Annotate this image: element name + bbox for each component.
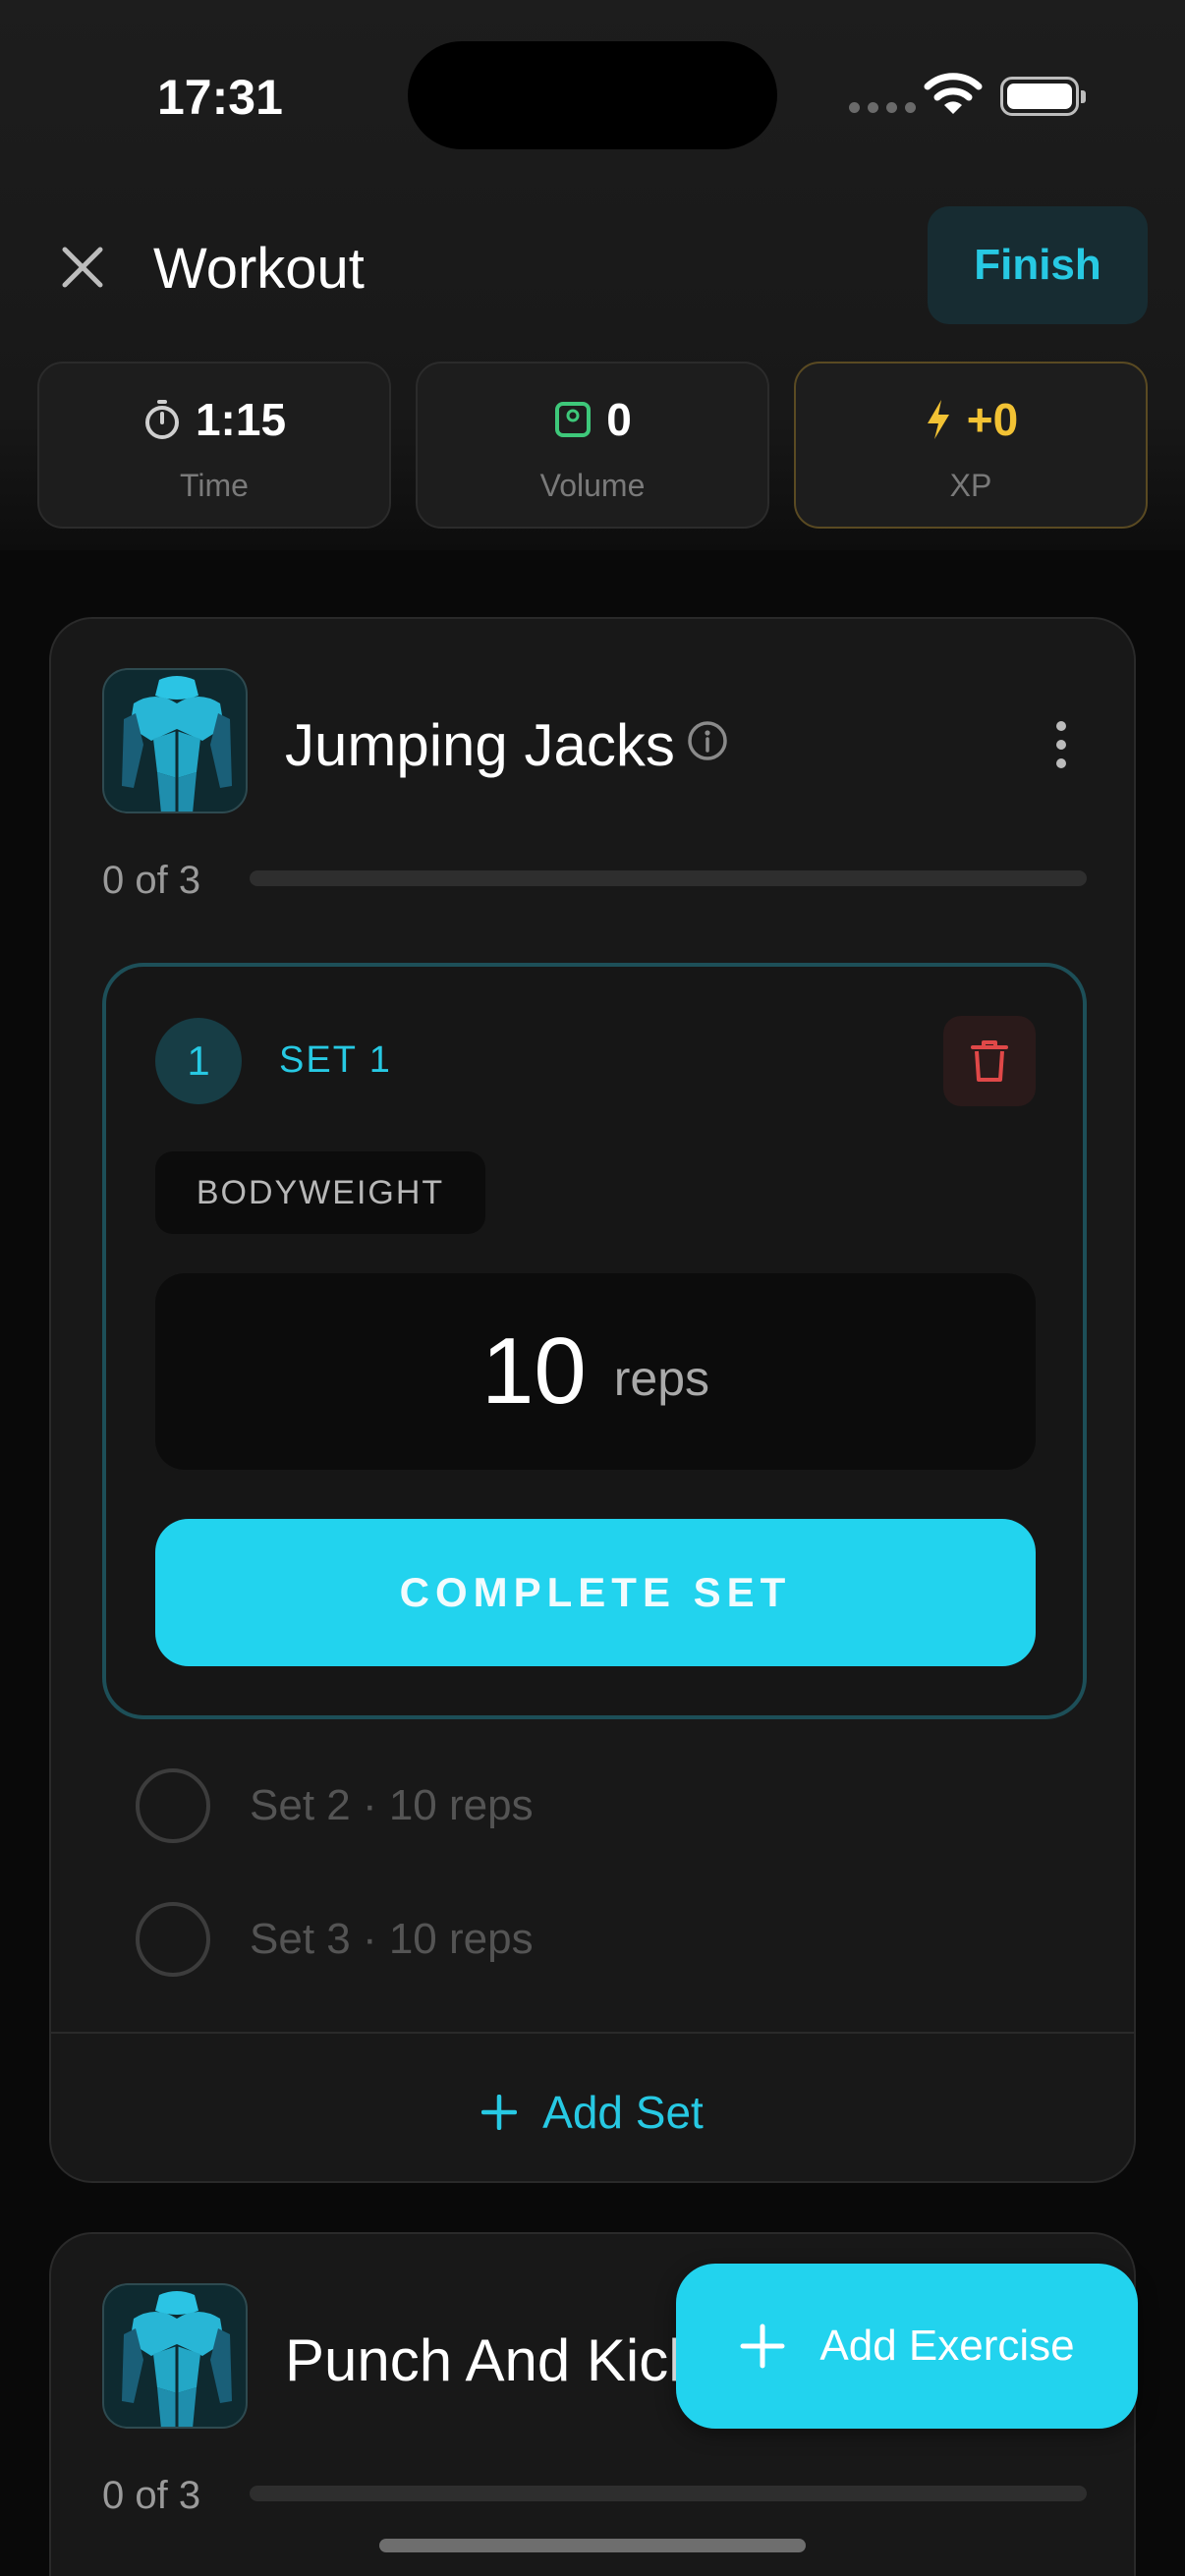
reps-value: 10 bbox=[480, 1318, 587, 1424]
exercise-card: Jumping Jacks 0 of 3 1 SET 1 BODYWEIGHT … bbox=[49, 617, 1136, 2183]
stat-label: Volume bbox=[539, 468, 646, 503]
status-time: 17:31 bbox=[157, 70, 283, 125]
active-set-panel: 1 SET 1 BODYWEIGHT 10 reps COMPLETE SET bbox=[102, 963, 1087, 1719]
stat-label: Time bbox=[180, 468, 249, 503]
set-type-badge: BODYWEIGHT bbox=[155, 1151, 485, 1234]
exercise-name: Jumping Jacks bbox=[285, 712, 675, 778]
set-progress-bar bbox=[250, 2486, 1087, 2501]
set-row-label: Set 3 · 10 reps bbox=[250, 1915, 534, 1963]
stat-xp: +0 XP bbox=[794, 362, 1148, 529]
home-indicator bbox=[379, 2539, 806, 2552]
cellular-signal-icon bbox=[849, 102, 916, 113]
add-exercise-button[interactable]: Add Exercise bbox=[676, 2264, 1138, 2429]
divider bbox=[51, 2032, 1134, 2034]
page-title: Workout bbox=[153, 237, 365, 301]
stopwatch-icon bbox=[144, 400, 179, 439]
stat-volume: 0 Volume bbox=[416, 362, 769, 529]
reps-input[interactable]: 10 reps bbox=[155, 1273, 1036, 1470]
add-exercise-label: Add Exercise bbox=[819, 2322, 1075, 2370]
plus-icon bbox=[481, 2095, 518, 2130]
more-options-icon[interactable] bbox=[1034, 717, 1089, 772]
muscle-map-thumbnail bbox=[102, 2283, 248, 2429]
battery-icon bbox=[1000, 77, 1086, 116]
finish-button[interactable]: Finish bbox=[928, 206, 1148, 324]
delete-set-button[interactable] bbox=[943, 1016, 1036, 1106]
trash-icon bbox=[971, 1040, 1008, 1082]
pending-set-row[interactable]: Set 3 · 10 reps bbox=[136, 1900, 1020, 1979]
bolt-icon bbox=[927, 400, 949, 439]
close-icon bbox=[62, 247, 103, 288]
set-label: SET 1 bbox=[279, 1039, 392, 1081]
set-checkbox[interactable] bbox=[136, 1902, 210, 1977]
set-progress-bar bbox=[250, 870, 1087, 886]
exercise-name: Punch And Kick bbox=[285, 2327, 699, 2393]
complete-set-button[interactable]: COMPLETE SET bbox=[155, 1519, 1036, 1666]
set-number-badge: 1 bbox=[155, 1018, 242, 1104]
stat-value: +0 bbox=[966, 394, 1019, 445]
stat-value: 0 bbox=[606, 394, 632, 445]
set-checkbox[interactable] bbox=[136, 1768, 210, 1843]
set-progress-text: 0 of 3 bbox=[102, 2474, 201, 2517]
stat-value: 1:15 bbox=[195, 394, 287, 445]
wifi-icon bbox=[924, 73, 983, 114]
add-set-button[interactable]: Add Set bbox=[51, 2073, 1134, 2152]
dynamic-island bbox=[408, 41, 777, 149]
stat-label: XP bbox=[949, 468, 992, 503]
close-button[interactable] bbox=[51, 236, 114, 299]
add-set-label: Add Set bbox=[542, 2087, 704, 2138]
pending-set-row[interactable]: Set 2 · 10 reps bbox=[136, 1766, 1020, 1845]
set-row-label: Set 2 · 10 reps bbox=[250, 1781, 534, 1829]
info-icon[interactable] bbox=[686, 719, 729, 762]
stat-time: 1:15 Time bbox=[37, 362, 391, 529]
muscle-map-thumbnail bbox=[102, 668, 248, 813]
reps-unit: reps bbox=[613, 1351, 710, 1406]
scale-icon bbox=[555, 402, 592, 437]
set-progress-text: 0 of 3 bbox=[102, 859, 201, 902]
plus-icon bbox=[740, 2324, 785, 2369]
